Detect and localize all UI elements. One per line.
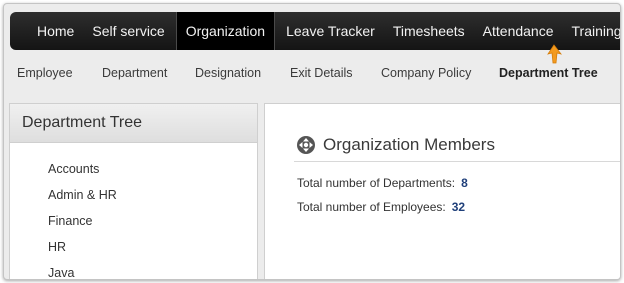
tab-home[interactable]: Home — [28, 12, 83, 50]
subnav-employee[interactable]: Employee — [17, 66, 73, 80]
dept-item-admin-hr[interactable]: Admin & HR — [48, 188, 117, 202]
top-navigation: Home Self service Organization Leave Tra… — [10, 12, 620, 50]
dept-item-accounts[interactable]: Accounts — [48, 162, 99, 176]
title-divider — [294, 161, 620, 162]
subnav-department[interactable]: Department — [102, 66, 167, 80]
sub-navigation: Employee Department Designation Exit Det… — [4, 58, 620, 88]
organization-members-panel: Organization Members Total number of Dep… — [264, 103, 620, 279]
tab-leave-tracker[interactable]: Leave Tracker — [277, 12, 384, 50]
subnav-designation[interactable]: Designation — [195, 66, 261, 80]
dept-item-hr[interactable]: HR — [48, 240, 66, 254]
stat-employees-value[interactable]: 32 — [452, 200, 465, 214]
department-tree-title: Department Tree — [10, 104, 257, 143]
tab-timesheets[interactable]: Timesheets — [384, 12, 474, 50]
stat-employees: Total number of Employees: 32 — [297, 200, 465, 214]
move-arrows-icon — [297, 136, 315, 154]
subnav-department-tree[interactable]: Department Tree — [499, 66, 598, 80]
organization-members-title: Organization Members — [323, 135, 495, 154]
dept-item-finance[interactable]: Finance — [48, 214, 92, 228]
tab-self-service[interactable]: Self service — [83, 12, 173, 50]
stat-departments-value[interactable]: 8 — [461, 176, 468, 190]
tab-training[interactable]: Training — [563, 12, 620, 50]
stat-departments-label: Total number of Departments: — [297, 176, 456, 190]
subnav-company-policy[interactable]: Company Policy — [381, 66, 471, 80]
dept-item-java[interactable]: Java — [48, 266, 74, 279]
tab-organization[interactable]: Organization — [175, 12, 276, 50]
stat-departments: Total number of Departments: 8 — [297, 176, 468, 190]
department-tree-panel: Department Tree Accounts Admin & HR Fina… — [9, 103, 258, 279]
app-window: Home Self service Organization Leave Tra… — [3, 3, 621, 280]
stat-employees-label: Total number of Employees: — [297, 200, 446, 214]
subnav-exit-details[interactable]: Exit Details — [290, 66, 353, 80]
